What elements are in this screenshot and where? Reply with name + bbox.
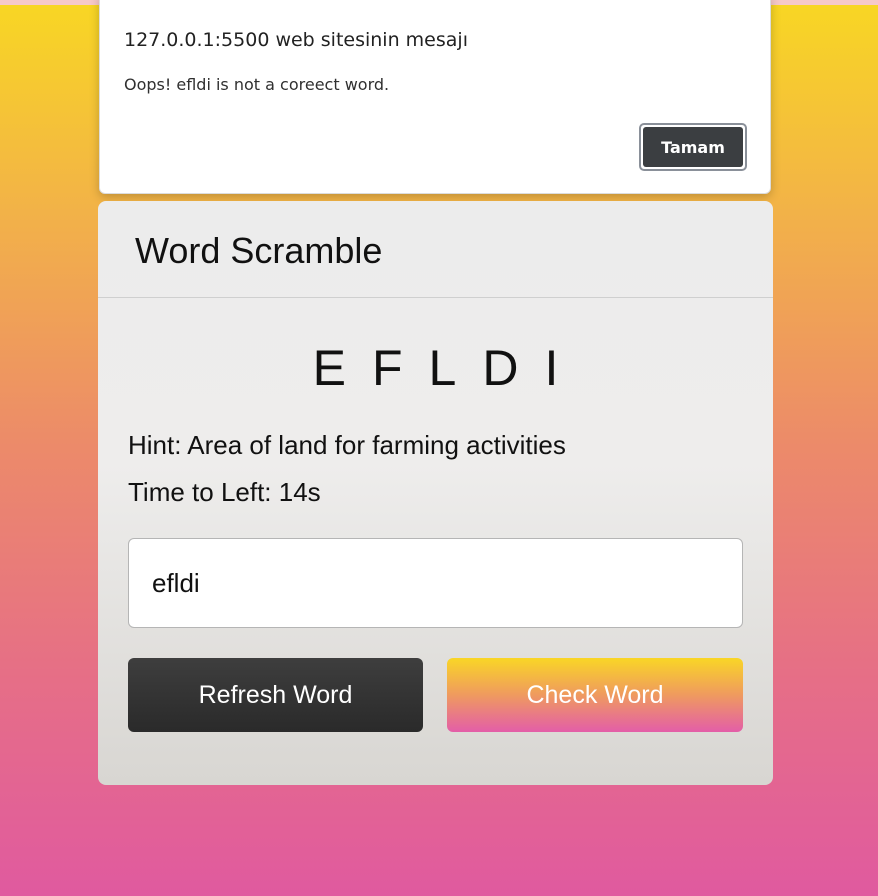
alert-message: Oops! efldi is not a coreect word. xyxy=(124,75,390,94)
alert-ok-button[interactable]: Tamam xyxy=(639,123,747,171)
alert-ok-label: Tamam xyxy=(643,127,743,167)
scrambled-word: EFLDI xyxy=(312,340,585,396)
game-title: Word Scramble xyxy=(135,230,383,271)
card-header: Word Scramble xyxy=(98,201,773,298)
check-word-button[interactable]: Check Word xyxy=(447,658,743,732)
time-left-text: Time to Left: 14s xyxy=(128,477,321,507)
alert-dialog: 127.0.0.1:5500 web sitesinin mesajı Oops… xyxy=(99,0,771,194)
refresh-word-button[interactable]: Refresh Word xyxy=(128,658,423,732)
hint-text: Hint: Area of land for farming activitie… xyxy=(128,430,566,460)
word-scramble-card: Word Scramble EFLDI Hint: Area of land f… xyxy=(98,201,773,785)
word-input[interactable] xyxy=(128,538,743,628)
alert-title: 127.0.0.1:5500 web sitesinin mesajı xyxy=(124,29,468,51)
